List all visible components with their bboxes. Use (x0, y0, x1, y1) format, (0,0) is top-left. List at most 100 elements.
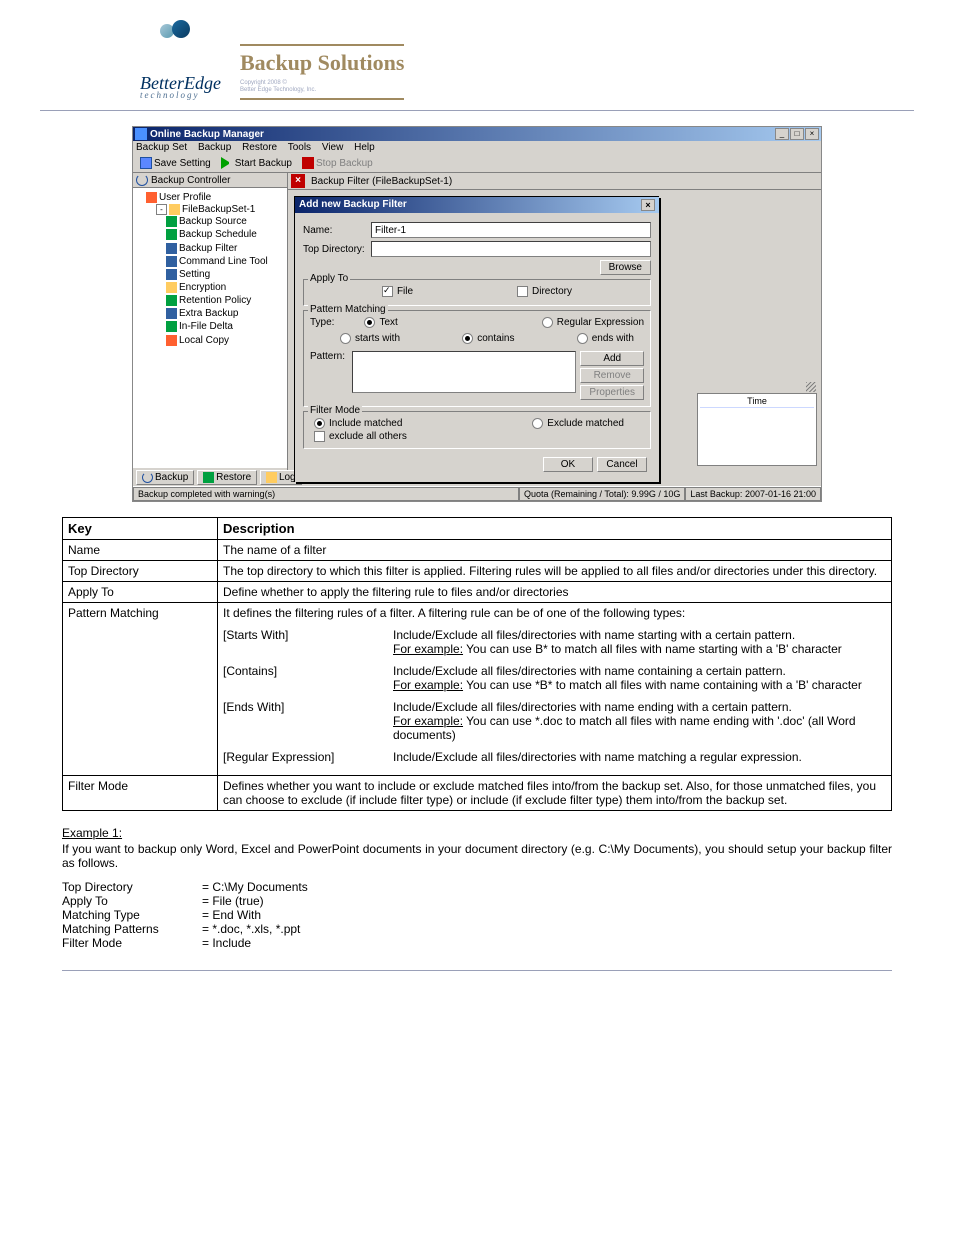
minus-icon[interactable]: - (156, 204, 167, 215)
include-radio[interactable]: Include matched (314, 418, 402, 429)
menu-restore[interactable]: Restore (242, 142, 277, 153)
ends-radio[interactable]: ends with (577, 333, 634, 344)
tab-restore[interactable]: Restore (197, 470, 257, 485)
stop-icon (302, 157, 314, 169)
betteredge-logo: BetterEdgetechnology (140, 20, 220, 100)
tab-backup[interactable]: Backup (136, 470, 194, 485)
topdir-input[interactable] (371, 241, 651, 257)
cancel-button[interactable]: Cancel (597, 457, 647, 472)
brand-title-block: Backup Solutions Copyright 2008 © Better… (240, 44, 404, 100)
status-quota: Quota (Remaining / Total): 9.99G / 10G (519, 487, 685, 501)
window-titlebar: Online Backup Manager _ □ × (133, 127, 821, 141)
radio-icon (577, 333, 588, 344)
menu-tools[interactable]: Tools (288, 142, 311, 153)
add-pattern-button[interactable]: Add (580, 351, 644, 366)
tree-item[interactable]: Encryption (166, 281, 284, 294)
maximize-button[interactable]: □ (790, 128, 804, 140)
file-checkbox[interactable]: File (382, 286, 413, 297)
table-row: Name The name of a filter (63, 540, 892, 561)
tree-view[interactable]: User Profile -FileBackupSet-1 Backup Sou… (133, 188, 287, 468)
pattern-label: Pattern: (310, 351, 352, 400)
exclude-radio[interactable]: Exclude matched (532, 418, 624, 429)
pattern-listbox[interactable] (352, 351, 576, 393)
user-icon (146, 192, 157, 203)
close-button[interactable]: × (805, 128, 819, 140)
exclude-others-checkbox[interactable]: exclude all others (310, 431, 644, 442)
left-pane: Backup Controller User Profile -FileBack… (133, 173, 288, 470)
tree-item[interactable]: Local Copy (166, 334, 284, 347)
menu-backup[interactable]: Backup (198, 142, 231, 153)
resize-grip-icon[interactable] (806, 382, 816, 392)
ok-button[interactable]: OK (543, 457, 593, 472)
schedule-icon (166, 229, 177, 240)
tree-item[interactable]: Backup Filter (166, 242, 284, 255)
table-header-key: Key (63, 518, 218, 540)
save-setting-button[interactable]: Save Setting (136, 155, 215, 171)
description-table: Key Description Name The name of a filte… (62, 517, 892, 811)
delta-icon (166, 321, 177, 332)
retention-icon (166, 295, 177, 306)
status-last-backup: Last Backup: 2007-01-16 21:00 (685, 487, 821, 501)
lock-icon (166, 282, 177, 293)
radio-icon (542, 317, 553, 328)
menu-view[interactable]: View (322, 142, 344, 153)
starts-radio[interactable]: starts with (340, 333, 400, 344)
example-settings: Top Directory= C:\My Documents Apply To=… (62, 880, 892, 950)
example-text: If you want to backup only Word, Excel a… (62, 842, 892, 870)
play-icon (221, 157, 233, 169)
left-pane-title: Backup Controller (133, 173, 287, 188)
text-radio[interactable]: Text (364, 317, 397, 328)
properties-button: Properties (580, 385, 644, 400)
dialog-titlebar: Add new Backup Filter × (295, 197, 659, 213)
filtermode-legend: Filter Mode (308, 405, 362, 416)
directory-checkbox[interactable]: Directory (517, 286, 572, 297)
refresh-icon (136, 174, 148, 186)
radio-icon (364, 317, 375, 328)
tree-user-profile[interactable]: User Profile -FileBackupSet-1 Backup Sou… (146, 191, 284, 349)
right-pane: × Backup Filter (FileBackupSet-1) Add ne… (288, 173, 821, 470)
tree-item[interactable]: Backup Source (166, 215, 284, 228)
tree-item[interactable]: Backup Schedule (166, 228, 284, 241)
browse-button[interactable]: Browse (600, 260, 651, 275)
table-row: Pattern Matching It defines the filterin… (63, 603, 892, 776)
radio-icon (314, 418, 325, 429)
remove-pattern-button: Remove (580, 368, 644, 383)
menu-backupset[interactable]: Backup Set (136, 142, 187, 153)
tree-backup-set[interactable]: -FileBackupSet-1 Backup Source Backup Sc… (156, 203, 284, 348)
add-filter-dialog: Add new Backup Filter × Name: Top Direct… (294, 196, 659, 482)
tree-item[interactable]: Command Line Tool (166, 255, 284, 268)
checkbox-icon (517, 286, 528, 297)
filter-icon (166, 243, 177, 254)
statusbar: Backup completed with warning(s) Quota (… (133, 486, 821, 501)
backup-manager-window: Online Backup Manager _ □ × Backup Set B… (132, 126, 822, 502)
tree-item[interactable]: Setting (166, 268, 284, 281)
footer-divider (62, 970, 892, 971)
contains-radio[interactable]: contains (462, 333, 514, 344)
start-backup-button[interactable]: Start Backup (217, 155, 296, 171)
minimize-button[interactable]: _ (775, 128, 789, 140)
toolbar: Save Setting Start Backup Stop Backup (133, 154, 821, 173)
table-row: Apply To Define whether to apply the fil… (63, 582, 892, 603)
stop-backup-button: Stop Backup (298, 155, 377, 171)
example-section: Example 1: If you want to backup only Wo… (62, 826, 892, 950)
right-pane-title: × Backup Filter (FileBackupSet-1) (288, 173, 821, 190)
name-input[interactable] (371, 222, 651, 238)
source-icon (166, 216, 177, 227)
apply-to-legend: Apply To (308, 273, 350, 284)
time-panel: Time (697, 393, 817, 466)
tree-item[interactable]: In-File Delta (166, 320, 284, 333)
radio-icon (340, 333, 351, 344)
brand-copyright: Copyright 2008 © Better Edge Technology,… (240, 80, 404, 94)
pane-close-icon[interactable]: × (291, 174, 305, 188)
time-header: Time (700, 396, 814, 408)
pattern-legend: Pattern Matching (308, 304, 388, 315)
dialog-title: Add new Backup Filter (299, 199, 641, 211)
tree-item[interactable]: Extra Backup (166, 307, 284, 320)
dialog-close-button[interactable]: × (641, 199, 655, 211)
backup-icon (142, 472, 153, 483)
radio-icon (532, 418, 543, 429)
regex-radio[interactable]: Regular Expression (542, 317, 644, 328)
tree-item[interactable]: Retention Policy (166, 294, 284, 307)
menu-help[interactable]: Help (354, 142, 375, 153)
menubar: Backup Set Backup Restore Tools View Hel… (133, 141, 821, 154)
